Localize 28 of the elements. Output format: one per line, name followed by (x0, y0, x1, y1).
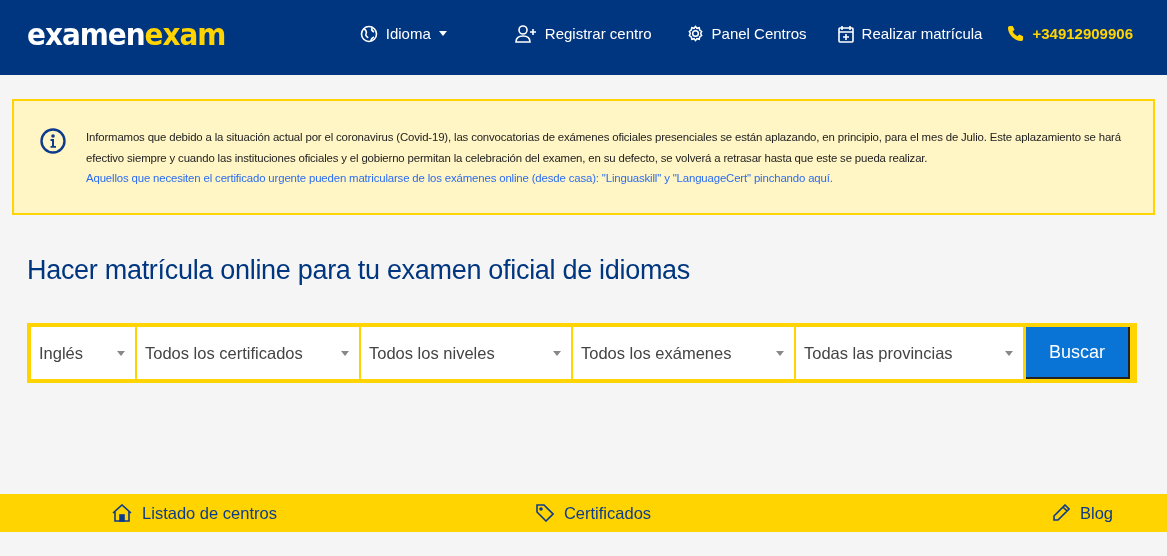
page-heading: Hacer matrícula online para tu examen oficial de idiomas (27, 255, 692, 286)
calendar-add-icon (837, 24, 854, 43)
dropdown[interactable]: Todos los exámenes (573, 327, 794, 379)
pencil-icon (1052, 504, 1070, 522)
dropdown[interactable]: Todos los niveles (361, 327, 571, 379)
settings-icon (686, 25, 704, 42)
panel-link[interactable]: Panel Centros (686, 25, 807, 42)
add-user-icon (514, 24, 537, 43)
footer-nav-link[interactable]: Blog (1052, 503, 1113, 523)
search-button[interactable]: Buscar (1026, 327, 1130, 379)
dropdown[interactable]: Inglés (31, 327, 135, 379)
home-icon (112, 504, 133, 522)
globe-icon (359, 24, 378, 43)
footer-nav-link[interactable]: Certificados (535, 503, 652, 523)
info-icon (40, 128, 66, 154)
register-link[interactable]: Registrar centro (514, 24, 652, 43)
logo-text[interactable]: examen (27, 15, 145, 52)
footer-nav-link[interactable]: Listado de centros (112, 503, 277, 523)
dropdown[interactable]: Todas las provincias (796, 327, 1023, 379)
enroll-link[interactable]: Realizar matrícula (837, 24, 983, 43)
logo-text[interactable]: exam (144, 15, 226, 52)
language-menu[interactable]: Idioma (359, 24, 447, 43)
tag-icon (535, 504, 554, 522)
notice-text: Informamos que debido a la situación actual por el coronavirus (Covid-19), las convocatorias de exámenes oficiales presenciales se están aplazando, en principio, para el mes de Julio. Este aplazamiento se hará efectivo siempre y cuando las instituciones oficiales y el gobierno permitan la celebración del examen, en su defecto, se volverá a retrasar hasta que este se pueda realizar. (86, 130, 1122, 166)
phone-icon (1007, 25, 1025, 42)
phone-link[interactable]: +34912909906 (1007, 25, 1133, 42)
online-exams-link[interactable]: Aquellos que necesiten el certificado urgente pueden matricularse de los exámenes online (desde casa): "Linguaskill" y "LanguageCert" pinchando aquí. (86, 168, 1133, 188)
dropdown[interactable]: Todos los certificados (137, 327, 359, 379)
